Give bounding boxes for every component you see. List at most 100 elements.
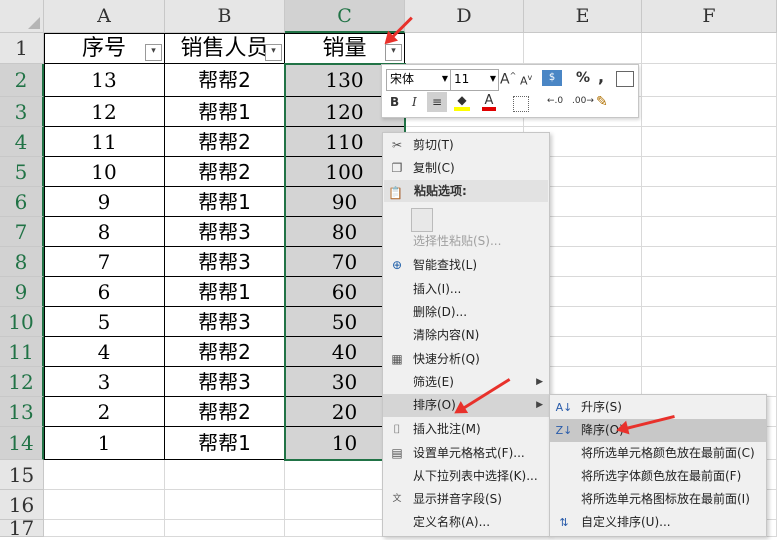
submenu-item-cell-color[interactable]: 将所选单元格颜色放在最前面(C) <box>550 442 766 465</box>
row-header[interactable]: 12 <box>0 367 44 397</box>
table-cell[interactable]: 帮帮2 <box>165 397 285 427</box>
table-cell[interactable]: 11 <box>44 127 165 157</box>
table-cell[interactable]: 帮帮1 <box>165 97 285 127</box>
menu-item-copy[interactable]: ❐ 复制(C) <box>383 157 549 180</box>
row-header[interactable]: 14 <box>0 427 44 460</box>
row-header[interactable]: 8 <box>0 247 44 277</box>
row-header[interactable]: 13 <box>0 397 44 427</box>
brush-icon[interactable]: ✎ <box>596 94 608 110</box>
paste-button[interactable] <box>383 205 549 232</box>
submenu-item-ascending[interactable]: A↓ 升序(S) <box>550 396 766 419</box>
table-cell[interactable]: 8 <box>44 217 165 247</box>
table-cell[interactable]: 帮帮2 <box>165 337 285 367</box>
cell[interactable] <box>165 520 285 537</box>
cell[interactable] <box>642 187 777 217</box>
menu-item-filter[interactable]: 筛选(E) ▶ <box>383 371 549 394</box>
column-header-e[interactable]: E <box>524 0 642 33</box>
menu-item-pick-list[interactable]: 从下拉列表中选择(K)... <box>383 465 549 488</box>
increase-decimal-button[interactable]: ←.0 <box>547 96 563 106</box>
cell[interactable] <box>44 490 165 520</box>
row-header[interactable]: 15 <box>0 460 44 490</box>
cell[interactable] <box>642 127 777 157</box>
submenu-item-font-color[interactable]: 将所选字体颜色放在最前面(F) <box>550 465 766 488</box>
table-cell[interactable]: 13 <box>44 64 165 97</box>
row-header[interactable]: 5 <box>0 157 44 187</box>
menu-item-insert[interactable]: 插入(I)... <box>383 278 549 301</box>
table-cell[interactable]: 帮帮3 <box>165 307 285 337</box>
table-cell[interactable]: 2 <box>44 397 165 427</box>
format-painter-grid-icon[interactable] <box>616 71 634 87</box>
table-cell[interactable]: 1 <box>44 427 165 460</box>
column-header-d[interactable]: D <box>405 0 524 33</box>
submenu-item-custom-sort[interactable]: ⇅ 自定义排序(U)... <box>550 511 766 534</box>
cell[interactable] <box>642 97 777 127</box>
row-header[interactable]: 9 <box>0 277 44 307</box>
row-header[interactable]: 17 <box>0 518 44 538</box>
menu-item-smart-lookup[interactable]: ⊕ 智能查找(L) <box>383 254 549 277</box>
row-header[interactable]: 3 <box>0 97 44 127</box>
row-header[interactable]: 10 <box>0 307 44 337</box>
row-header[interactable]: 1 <box>0 33 44 64</box>
table-cell[interactable]: 6 <box>44 277 165 307</box>
row-header[interactable]: 6 <box>0 187 44 217</box>
table-cell[interactable]: 12 <box>44 97 165 127</box>
fill-color-icon[interactable]: ◆ <box>454 93 470 111</box>
table-cell[interactable]: 帮帮1 <box>165 187 285 217</box>
cell[interactable] <box>165 490 285 520</box>
cell[interactable] <box>642 157 777 187</box>
table-cell[interactable]: 9 <box>44 187 165 217</box>
table-cell[interactable]: 7 <box>44 247 165 277</box>
font-name-box[interactable]: 宋体 ▼ <box>386 69 451 91</box>
font-size-box[interactable]: 11 ▼ <box>450 69 499 91</box>
menu-item-format-cells[interactable]: ▤ 设置单元格格式(F)... <box>383 442 549 465</box>
menu-item-phonetic[interactable]: 文显示拼音字段(S) <box>383 488 549 511</box>
column-header-a[interactable]: A <box>44 0 165 33</box>
cell[interactable] <box>642 33 777 64</box>
cell[interactable] <box>524 33 642 64</box>
table-cell[interactable]: 帮帮1 <box>165 277 285 307</box>
cell[interactable] <box>642 307 777 337</box>
italic-button[interactable]: I <box>412 95 417 109</box>
menu-item-cut[interactable]: ✂ 剪切(T) <box>383 134 549 157</box>
table-cell[interactable]: 帮帮2 <box>165 64 285 97</box>
menu-item-quick-analysis[interactable]: ▦ 快速分析(Q) <box>383 348 549 371</box>
table-cell[interactable]: 帮帮3 <box>165 367 285 397</box>
cell[interactable] <box>405 33 524 64</box>
bold-button[interactable]: B <box>390 95 399 109</box>
submenu-item-icon[interactable]: 将所选单元格图标放在最前面(I) <box>550 488 766 511</box>
table-cell[interactable]: 帮帮3 <box>165 217 285 247</box>
cell[interactable] <box>642 277 777 307</box>
menu-item-clear[interactable]: 清除内容(N) <box>383 324 549 347</box>
select-all-corner[interactable] <box>0 0 44 33</box>
filter-dropdown-icon[interactable]: ▾ <box>145 44 162 61</box>
comma-style-button[interactable]: , <box>598 67 604 86</box>
cell[interactable] <box>165 460 285 490</box>
menu-item-define-name[interactable]: 定义名称(A)... <box>383 511 549 534</box>
row-header[interactable]: 2 <box>0 64 44 97</box>
column-header-c[interactable]: C <box>285 0 405 33</box>
menu-item-delete[interactable]: 删除(D)... <box>383 301 549 324</box>
decrease-font-button[interactable]: Av <box>520 73 532 88</box>
table-cell[interactable]: 4 <box>44 337 165 367</box>
cell[interactable] <box>44 460 165 490</box>
cell[interactable] <box>642 64 777 97</box>
align-center-button[interactable]: ≡ <box>427 92 447 112</box>
submenu-item-descending[interactable]: Z↓ 降序(O) <box>550 419 766 442</box>
row-header[interactable]: 7 <box>0 217 44 247</box>
menu-item-paste-special[interactable]: 选择性粘贴(S)... <box>383 230 549 253</box>
font-color-button[interactable]: A <box>482 93 496 111</box>
percent-button[interactable]: % <box>576 70 590 86</box>
borders-icon[interactable] <box>513 96 529 112</box>
table-cell[interactable]: 5 <box>44 307 165 337</box>
table-cell[interactable]: 帮帮1 <box>165 427 285 460</box>
cell[interactable] <box>642 247 777 277</box>
row-header[interactable]: 4 <box>0 127 44 157</box>
header-cell-b[interactable]: 销售人员 ▾ <box>165 33 285 64</box>
cell[interactable] <box>642 217 777 247</box>
cell[interactable] <box>642 367 777 397</box>
menu-item-insert-comment[interactable]: ⌷ 插入批注(M) <box>383 418 549 441</box>
cell[interactable] <box>44 520 165 537</box>
currency-format-icon[interactable]: $ <box>542 70 562 86</box>
table-cell[interactable]: 帮帮2 <box>165 127 285 157</box>
row-header[interactable]: 11 <box>0 337 44 367</box>
